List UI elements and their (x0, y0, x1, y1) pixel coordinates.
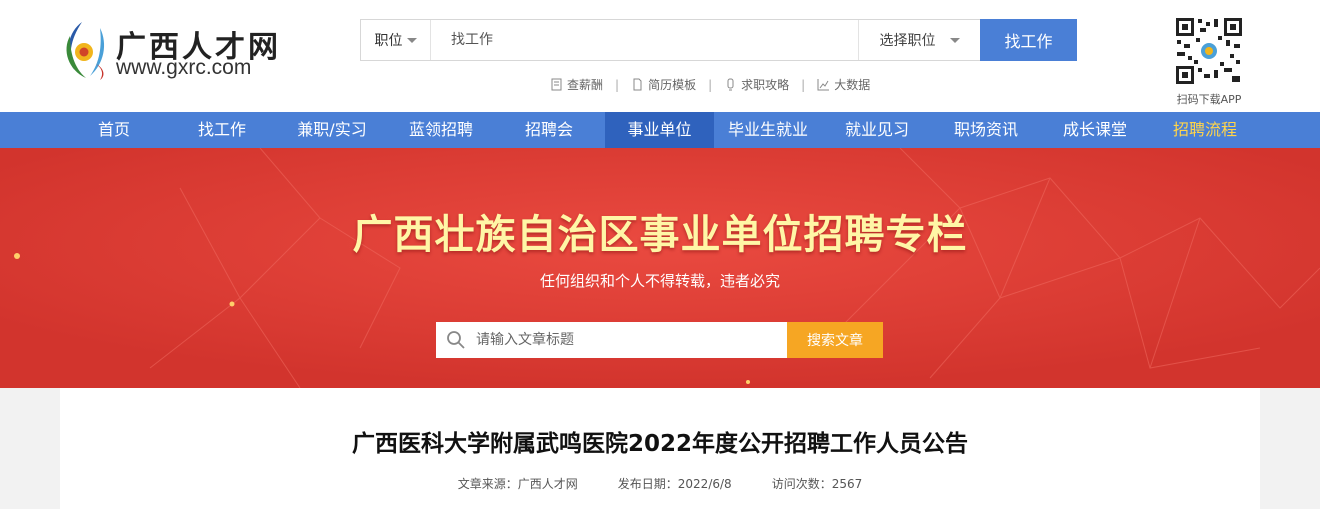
logo-mark-icon (66, 22, 105, 80)
nav-item-career-news[interactable]: 职场资讯 (932, 112, 1040, 148)
app-qr-code (1174, 16, 1244, 86)
quick-link-label: 求职攻略 (741, 78, 790, 92)
nav-item-recruitment-process[interactable]: 招聘流程 (1150, 112, 1260, 148)
qr-caption: 扫码下载APP (1176, 93, 1242, 106)
nav-item-graduate-employment[interactable]: 毕业生就业 (714, 112, 822, 148)
quick-link-big-data[interactable]: 大数据 (817, 76, 870, 93)
nav-item-find-job[interactable]: 找工作 (168, 112, 276, 148)
document-icon (551, 78, 562, 91)
banner-title: 广西壮族自治区事业单位招聘专栏 (352, 212, 968, 258)
article-title: 广西医科大学附属武鸣医院2022年度公开招聘工作人员公告 (351, 431, 968, 457)
article-source: 文章来源：广西人才网 (457, 477, 578, 491)
search-type-label: 职位 (374, 33, 403, 49)
article-meta: 文章来源：广西人才网 发布日期：2022/6/8 访问次数：2567 (60, 475, 1260, 492)
article-date: 发布日期：2022/6/8 (617, 477, 732, 491)
divider: | (615, 77, 620, 92)
lightbulb-icon (727, 78, 734, 91)
search-article-button[interactable]: 搜索文章 (787, 322, 883, 358)
quick-link-label: 大数据 (834, 78, 871, 92)
article-views: 访问次数：2567 (771, 477, 863, 491)
nav-item-internship[interactable]: 就业见习 (822, 112, 932, 148)
site-logo[interactable]: 广西人才网 www.gxrc.com (60, 18, 280, 84)
nav-item-public-institution[interactable]: 事业单位 (605, 112, 714, 148)
banner-subtitle: 任何组织和个人不得转载，违者必究 (539, 272, 780, 290)
job-search-bar: 职位 选择职位 找工作 (360, 19, 1077, 61)
file-icon (633, 78, 642, 91)
chevron-down-icon (949, 37, 960, 43)
position-select-label: 选择职位 (879, 33, 936, 49)
nav-item-job-fair[interactable]: 招聘会 (494, 112, 604, 148)
chevron-down-icon (406, 37, 417, 43)
quick-link-label: 简历模板 (648, 78, 697, 92)
nav-item-blue-collar[interactable]: 蓝领招聘 (388, 112, 494, 148)
chart-icon (817, 79, 830, 91)
quick-link-label: 查薪酬 (567, 78, 604, 92)
logo-domain: www.gxrc.com (116, 56, 252, 79)
search-type-dropdown[interactable]: 职位 (361, 20, 431, 60)
quick-links: 查薪酬 | 简历模板 | 求职攻略 | 大数据 (550, 76, 870, 93)
nav-item-part-time[interactable]: 兼职/实习 (276, 112, 388, 148)
quick-link-salary[interactable]: 查薪酬 (550, 76, 603, 93)
article-card: 广西医科大学附属武鸣医院2022年度公开招聘工作人员公告 文章来源：广西人才网 … (60, 388, 1260, 509)
article-search-bar: 搜索文章 (436, 322, 883, 358)
job-search-input[interactable] (431, 20, 858, 60)
site-header: 广西人才网 www.gxrc.com 职位 选择职位 找工作 查薪酬 | 简历模… (0, 0, 1320, 112)
article-search-input[interactable] (476, 322, 787, 358)
quick-link-resume-template[interactable]: 简历模板 (631, 76, 696, 93)
hero-banner: 广西壮族自治区事业单位招聘专栏 任何组织和个人不得转载，违者必究 搜索文章 (0, 148, 1320, 388)
main-navigation: 首页 找工作 兼职/实习 蓝领招聘 招聘会 事业单位 毕业生就业 就业见习 职场… (0, 112, 1320, 148)
nav-item-growth-class[interactable]: 成长课堂 (1040, 112, 1150, 148)
divider: | (801, 77, 806, 92)
divider: | (708, 77, 713, 92)
search-icon (436, 322, 476, 358)
position-select-dropdown[interactable]: 选择职位 (858, 20, 980, 60)
quick-link-job-guide[interactable]: 求职攻略 (724, 76, 789, 93)
find-job-button[interactable]: 找工作 (980, 19, 1077, 61)
nav-item-home[interactable]: 首页 (60, 112, 168, 148)
